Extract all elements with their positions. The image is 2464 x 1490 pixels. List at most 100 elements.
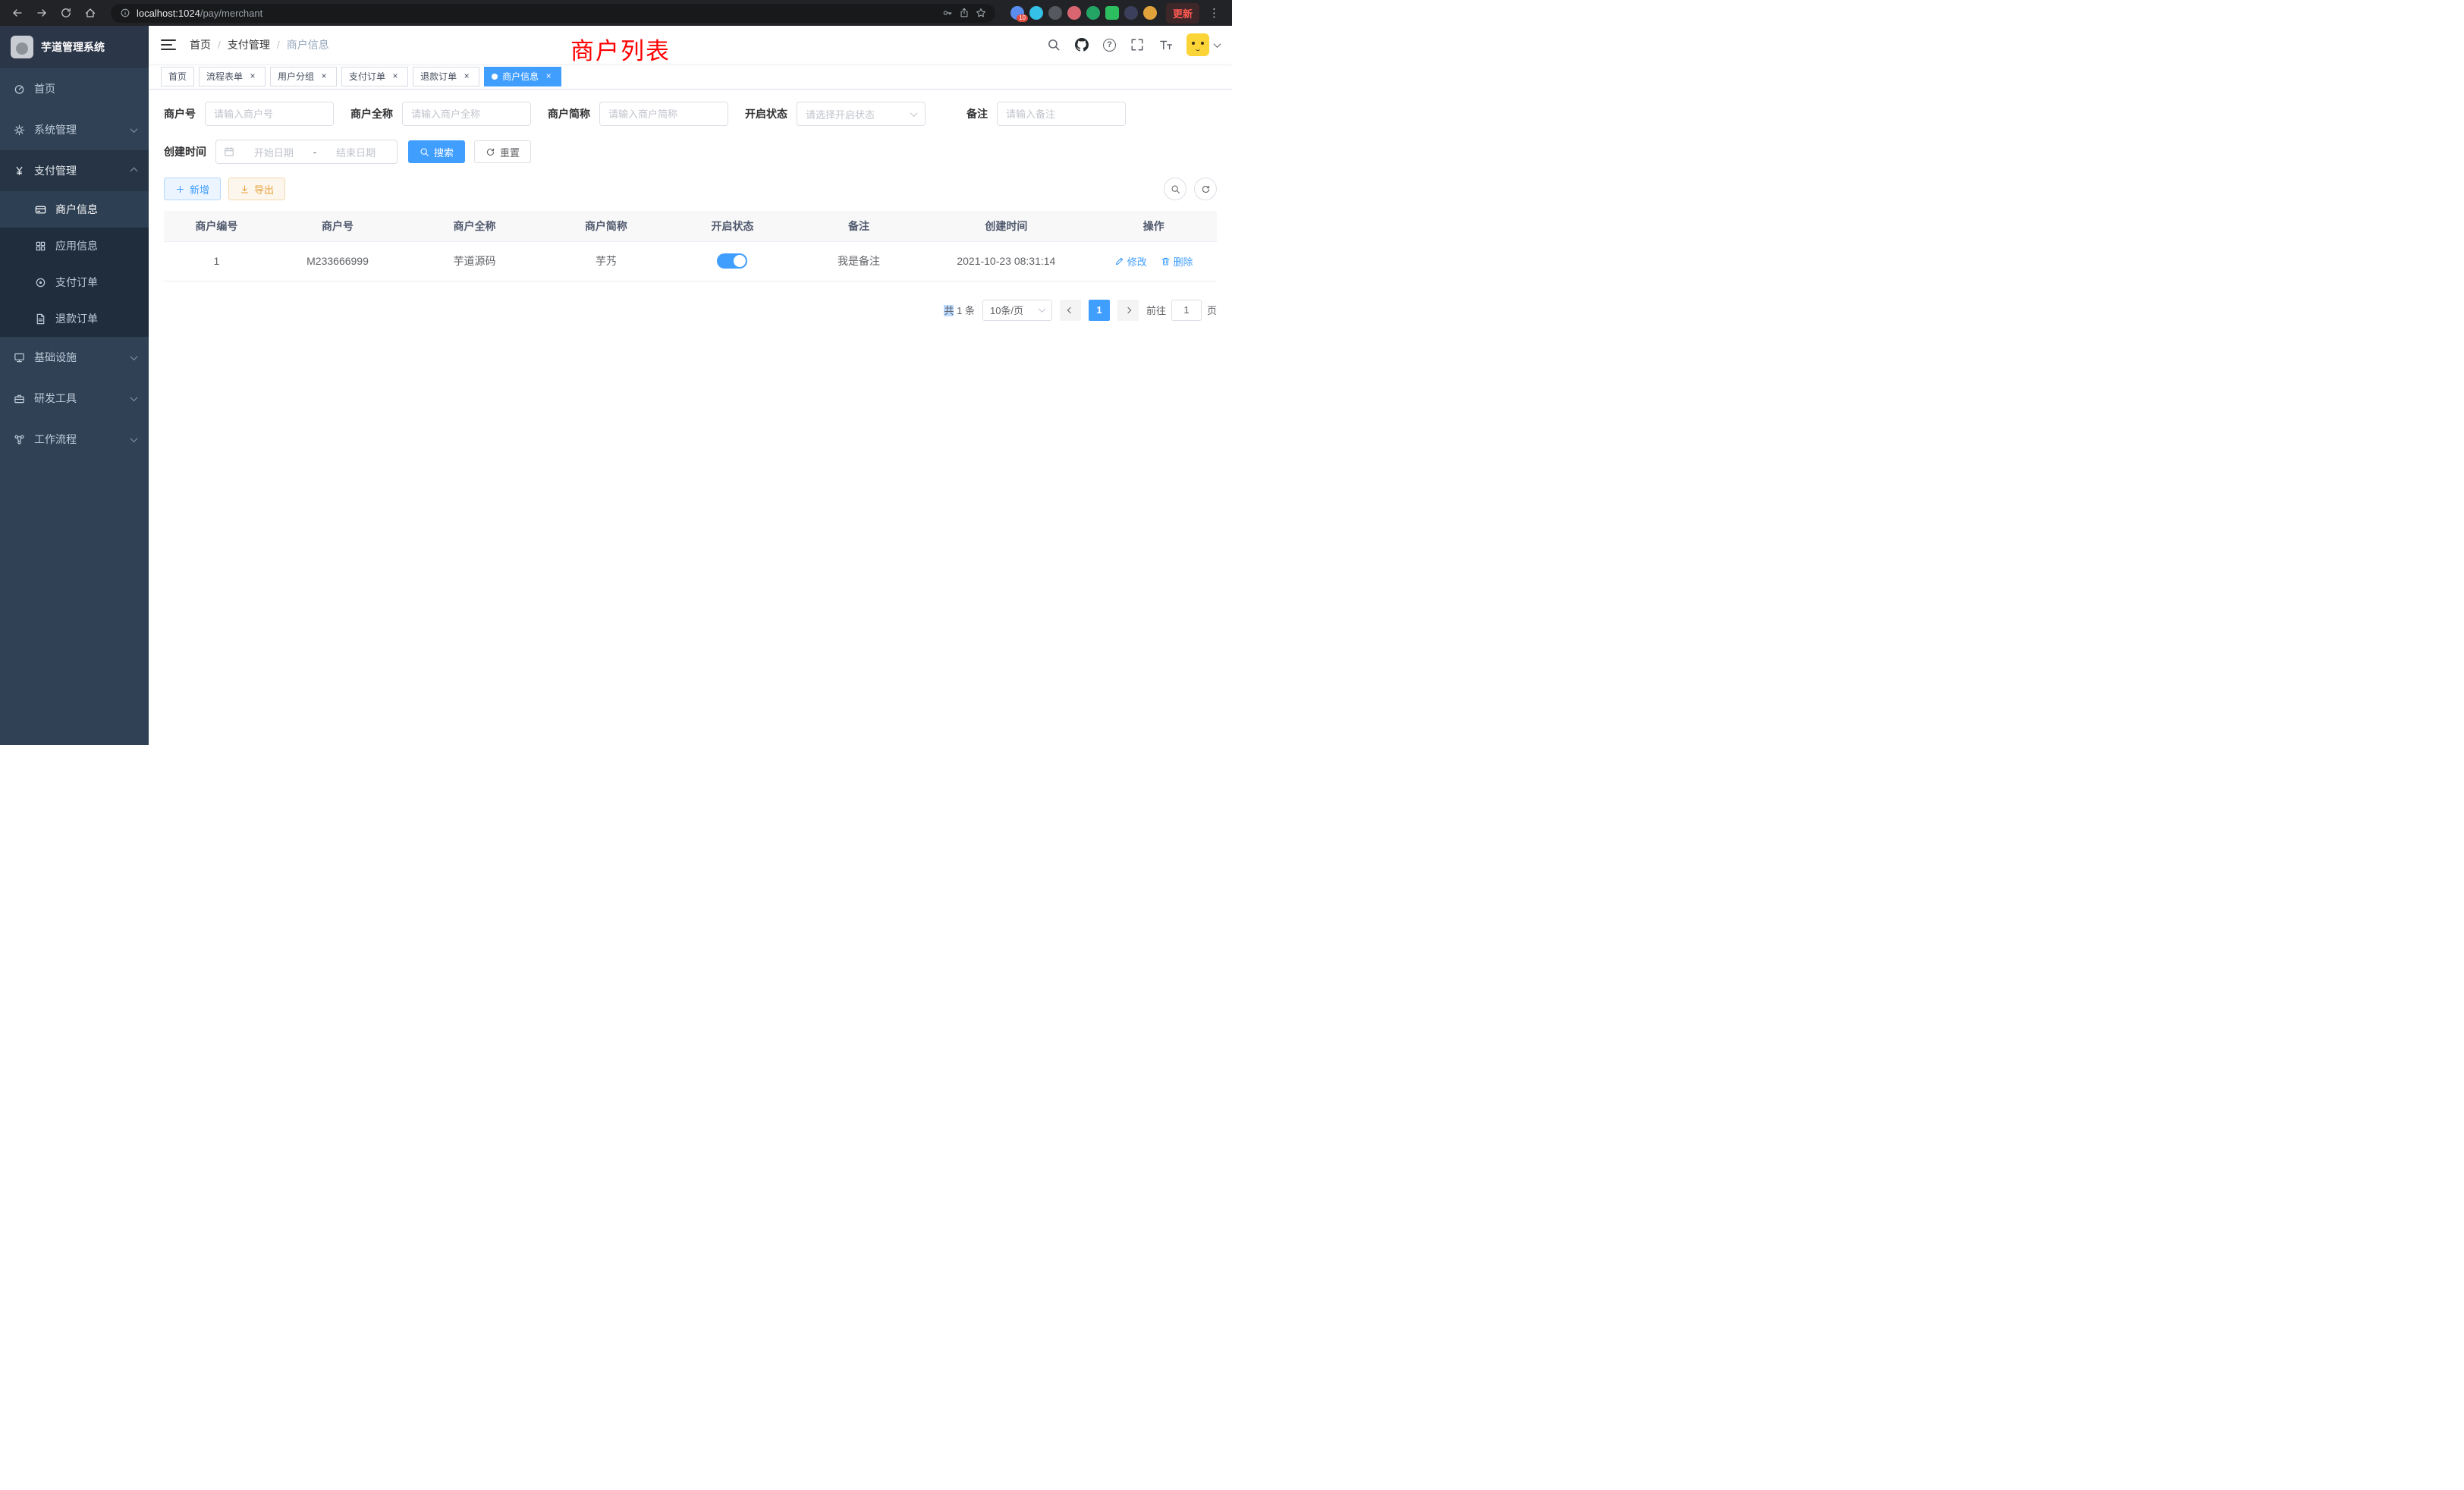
tag-close-icon[interactable]: × xyxy=(319,71,329,82)
grid-icon xyxy=(35,240,46,252)
trash-icon xyxy=(1161,256,1171,266)
extension-cluster: 10 xyxy=(1010,6,1157,20)
fullscreen-icon[interactable] xyxy=(1130,38,1144,52)
tag-close-icon[interactable]: × xyxy=(247,71,258,82)
merchant-no-input[interactable] xyxy=(205,102,334,126)
sidebar-item-label: 应用信息 xyxy=(55,238,98,253)
bookmark-star-icon[interactable] xyxy=(976,8,986,18)
tag-close-icon[interactable]: × xyxy=(543,71,554,82)
col-status: 开启状态 xyxy=(669,211,796,241)
toolbox-icon xyxy=(14,393,25,404)
tab-user-group[interactable]: 用户分组 × xyxy=(270,67,337,86)
goto-page-input[interactable] xyxy=(1171,300,1202,321)
tab-home[interactable]: 首页 xyxy=(161,67,194,86)
reset-button[interactable]: 重置 xyxy=(474,140,531,163)
tab-merchant-info[interactable]: 商户信息 × xyxy=(484,67,561,86)
short-name-input[interactable] xyxy=(599,102,728,126)
prev-page-button[interactable] xyxy=(1060,300,1081,321)
sidebar-item-refund-order[interactable]: 退款订单 xyxy=(0,300,149,337)
date-range-picker[interactable]: 开始日期 - 结束日期 xyxy=(215,140,398,164)
tab-pay-order[interactable]: 支付订单 × xyxy=(341,67,408,86)
extension-icon-1[interactable]: 10 xyxy=(1010,6,1024,20)
page-button-1[interactable]: 1 xyxy=(1089,300,1110,321)
date-end-placeholder[interactable]: 结束日期 xyxy=(322,145,389,159)
remark-input[interactable] xyxy=(997,102,1126,126)
cell-merchant-no: M233666999 xyxy=(269,241,406,281)
sidebar-item-payment[interactable]: 支付管理 xyxy=(0,150,149,191)
password-key-icon[interactable] xyxy=(942,8,953,18)
back-icon[interactable] xyxy=(8,3,27,23)
extension-icon-7[interactable] xyxy=(1124,6,1138,20)
date-start-placeholder[interactable]: 开始日期 xyxy=(240,145,307,159)
filter-row-2: 创建时间 开始日期 - 结束日期 搜索 重置 xyxy=(164,140,1217,164)
extension-icon-6[interactable] xyxy=(1105,6,1119,20)
site-info-icon[interactable] xyxy=(120,8,130,18)
extension-icon-3[interactable] xyxy=(1048,6,1062,20)
full-name-input[interactable] xyxy=(402,102,531,126)
forward-icon[interactable] xyxy=(32,3,52,23)
add-button[interactable]: 新增 xyxy=(164,178,221,200)
tab-refund-order[interactable]: 退款订单 × xyxy=(413,67,479,86)
user-menu[interactable] xyxy=(1186,33,1220,56)
breadcrumb-separator: / xyxy=(218,39,221,51)
app-logo[interactable]: 芋道管理系统 xyxy=(0,26,149,68)
toggle-search-button[interactable] xyxy=(1164,178,1186,200)
browser-menu-icon[interactable]: ⋮ xyxy=(1204,6,1224,20)
chevron-down-icon xyxy=(130,394,138,401)
chevron-down-icon xyxy=(130,125,138,133)
sidebar-item-system[interactable]: 系统管理 xyxy=(0,109,149,150)
export-button[interactable]: 导出 xyxy=(228,178,285,200)
active-dot xyxy=(492,74,498,80)
sidebar-item-label: 系统管理 xyxy=(34,122,77,137)
breadcrumb-home[interactable]: 首页 xyxy=(190,37,211,52)
sidebar-toggle-icon[interactable] xyxy=(161,39,176,50)
sidebar-item-label: 工作流程 xyxy=(34,432,77,447)
breadcrumb-payment[interactable]: 支付管理 xyxy=(228,37,270,52)
browser-update-button[interactable]: 更新 xyxy=(1166,3,1199,24)
extension-icon-2[interactable] xyxy=(1029,6,1043,20)
refresh-table-button[interactable] xyxy=(1194,178,1217,200)
extension-icon-8[interactable] xyxy=(1143,6,1157,20)
status-toggle[interactable] xyxy=(717,253,747,269)
github-icon[interactable] xyxy=(1075,38,1089,52)
sidebar-item-infrastructure[interactable]: 基础设施 xyxy=(0,337,149,378)
tag-close-icon[interactable]: × xyxy=(461,71,472,82)
extension-icon-4[interactable] xyxy=(1067,6,1081,20)
extension-icon-5[interactable] xyxy=(1086,6,1100,20)
delete-link[interactable]: 删除 xyxy=(1161,254,1193,269)
tab-process-form[interactable]: 流程表单 × xyxy=(199,67,266,86)
reload-icon[interactable] xyxy=(56,3,76,23)
sidebar-item-workflow[interactable]: 工作流程 xyxy=(0,419,149,460)
font-size-icon[interactable] xyxy=(1158,38,1172,52)
search-button[interactable]: 搜索 xyxy=(408,140,465,163)
sidebar-item-merchant-info[interactable]: 商户信息 xyxy=(0,191,149,228)
help-icon[interactable]: ? xyxy=(1103,39,1116,52)
sidebar-item-app-info[interactable]: 应用信息 xyxy=(0,228,149,264)
extension-badge: 10 xyxy=(1017,14,1028,22)
cell-short-name: 芋艿 xyxy=(543,241,670,281)
chevron-down-icon xyxy=(130,353,138,360)
card-icon xyxy=(35,204,46,215)
status-label: 开启状态 xyxy=(745,106,787,121)
cell-merchant-id: 1 xyxy=(164,241,269,281)
sidebar-item-home[interactable]: 首页 xyxy=(0,68,149,109)
goto-suffix: 页 xyxy=(1207,303,1217,317)
page-size-select[interactable]: 10条/页 xyxy=(982,300,1052,321)
chevron-right-icon xyxy=(1125,306,1131,313)
annotation-text: 商户列表 xyxy=(570,32,671,66)
cell-remark: 我是备注 xyxy=(796,241,922,281)
share-icon[interactable] xyxy=(959,8,970,18)
edit-icon xyxy=(1114,256,1124,266)
next-page-button[interactable] xyxy=(1117,300,1139,321)
home-icon[interactable] xyxy=(80,3,100,23)
sidebar-item-pay-order[interactable]: 支付订单 xyxy=(0,264,149,300)
merchant-table: 商户编号 商户号 商户全称 商户简称 开启状态 备注 创建时间 操作 1 xyxy=(164,211,1217,281)
status-select[interactable]: 请选择开启状态 xyxy=(797,102,926,126)
sidebar-item-label: 支付管理 xyxy=(34,163,77,178)
address-bar[interactable]: localhost:1024/pay/merchant xyxy=(111,4,995,23)
edit-link[interactable]: 修改 xyxy=(1114,254,1147,269)
search-icon[interactable] xyxy=(1047,38,1061,52)
sidebar-item-dev-tools[interactable]: 研发工具 xyxy=(0,378,149,419)
refresh-icon xyxy=(1201,184,1211,194)
tag-close-icon[interactable]: × xyxy=(390,71,401,82)
